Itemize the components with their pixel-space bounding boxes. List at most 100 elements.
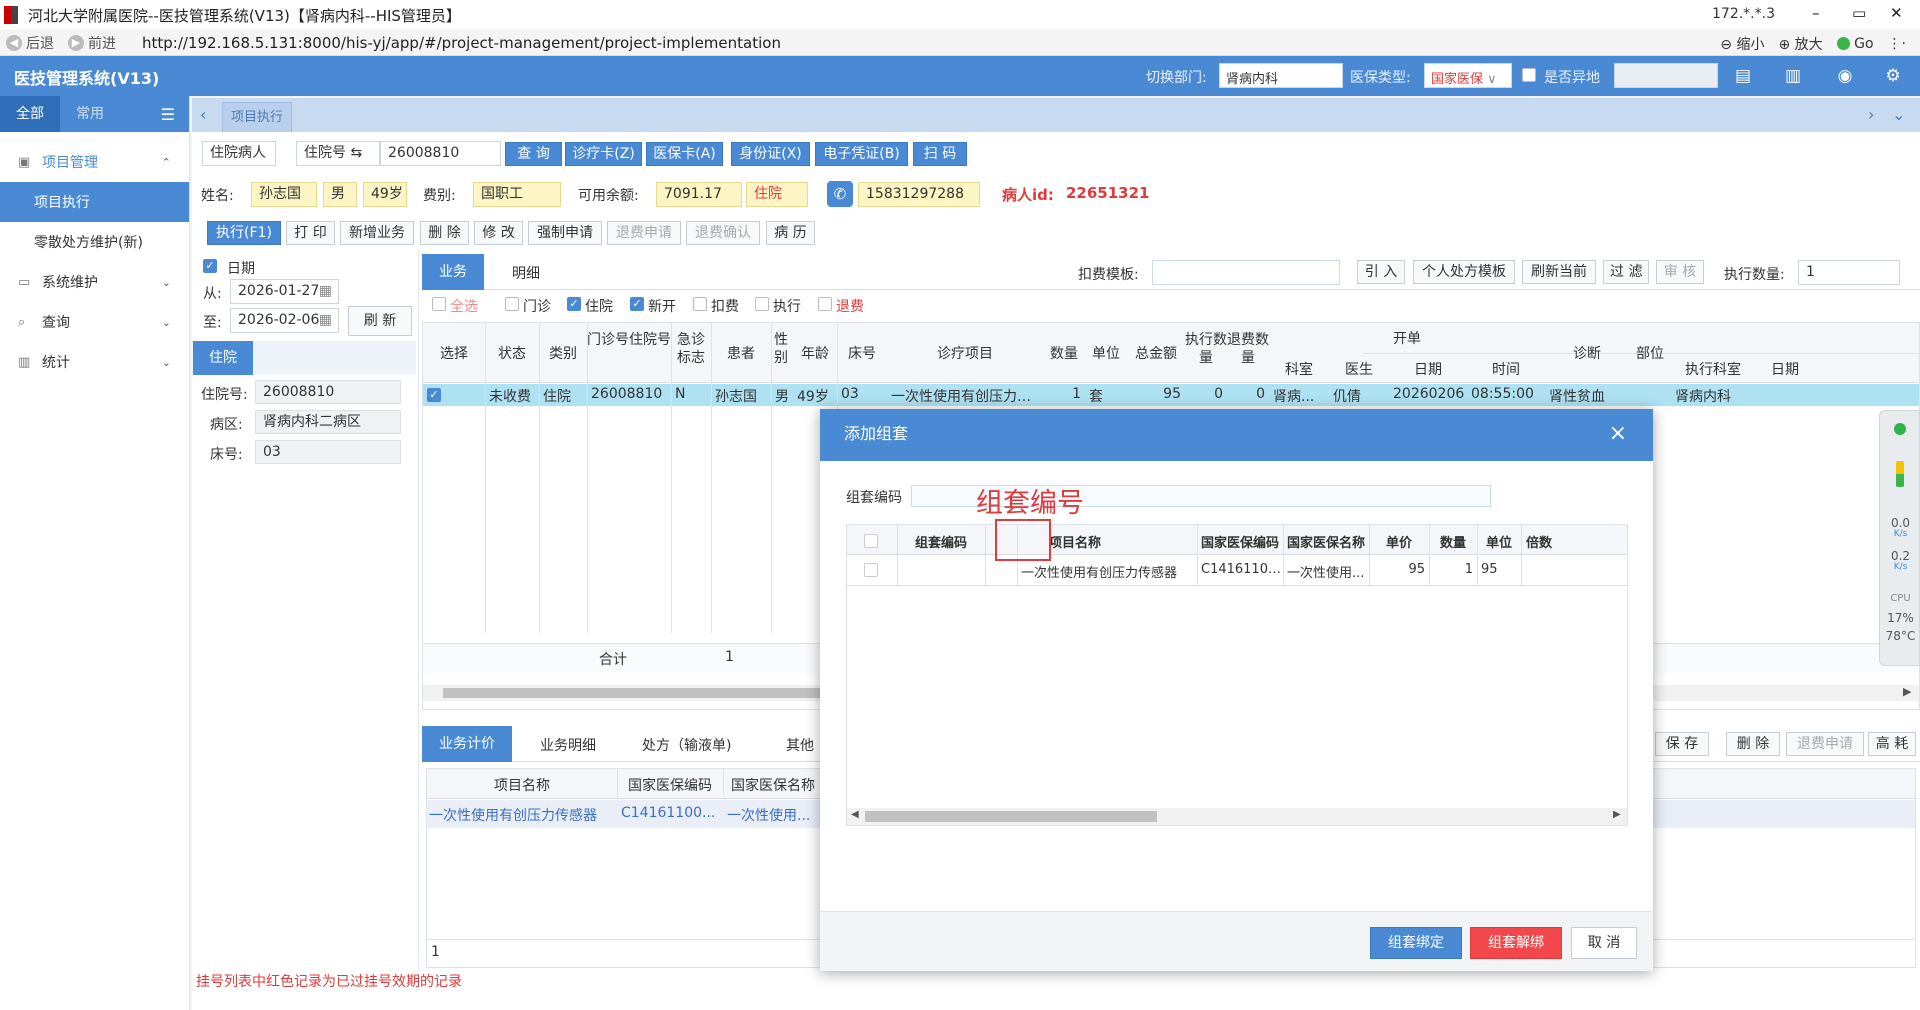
magnifier-minus-icon: ⊖ [1720,37,1733,53]
pkg-col-price: 单价 [1385,536,1412,551]
add-business-button[interactable]: 新增业务 [340,221,414,245]
execute-checkbox[interactable] [755,297,769,311]
lower-delete-button[interactable]: 删 除 [1726,732,1780,756]
package-row-checkbox[interactable] [864,563,878,577]
back-button[interactable]: ◀ 后退 [6,33,54,53]
scroll-right-icon[interactable]: ▶ [1613,809,1621,820]
select-all-checkbox[interactable] [432,297,446,311]
insurance-select[interactable]: 国家医保 ∨ [1424,63,1512,88]
exec-qty-input[interactable]: 1 [1798,260,1900,285]
sidebar-item-prescription-maintenance[interactable]: 零散处方维护(新) [0,222,189,262]
remote-checkbox[interactable] [1522,68,1536,82]
col-date: 日期 [1414,362,1442,378]
download-speed: 0.2 [1890,549,1911,563]
tab-all[interactable]: 全部 [0,96,60,132]
zoom-out-button[interactable]: ⊖ 缩小 [1720,34,1764,54]
tab-business[interactable]: 业务 [422,254,484,290]
row-select-checkbox[interactable]: ✓ [427,388,441,402]
force-apply-button[interactable]: 强制申请 [528,221,602,245]
save-button[interactable]: 保 存 [1655,732,1709,756]
filter-button[interactable]: 过 滤 [1603,260,1649,284]
bind-package-button[interactable]: 组套绑定 [1370,927,1462,959]
query-button[interactable]: 查 询 [505,142,562,166]
inpatient-checkbox[interactable]: ✓ [567,297,581,311]
pkg-col-qty: 数量 [1439,536,1466,551]
forward-button[interactable]: ▶ 前进 [68,33,116,53]
refresh-button[interactable]: 刷 新 [348,306,412,336]
to-date-input[interactable]: 2026-02-06 ▦ [230,308,339,333]
sidebar-item-project-management[interactable]: ▣ 项目管理 ⌃ [0,142,189,182]
zoom-in-button[interactable]: ⊕ 放大 [1778,34,1822,54]
cancel-button[interactable]: 取 消 [1571,927,1637,959]
from-date-input[interactable]: 2026-01-27 ▦ [230,279,339,304]
personal-template-button[interactable]: 个人处方模板 [1413,260,1515,284]
restore-button[interactable]: ▭ [1852,4,1866,22]
sidebar-item-project-execution[interactable]: 项目执行 [0,182,189,222]
date-checkbox[interactable]: ✓ [203,259,217,273]
go-button[interactable]: Go [1836,36,1874,52]
tab-common[interactable]: 常用 [60,96,120,132]
outpatient-checkbox[interactable] [505,297,519,311]
tab-pricing[interactable]: 业务计价 [422,726,512,762]
clinic-card-button[interactable]: 诊疗卡(Z) [565,142,642,166]
lower-refund-apply-button[interactable]: 退费申请 [1786,732,1864,756]
minimize-button[interactable]: – [1812,4,1820,22]
execute-button[interactable]: 执行(F1) [207,221,281,245]
eye-icon[interactable]: ◉ [1834,65,1856,87]
query-icon: ⌕ [18,314,26,330]
tab-prev-icon[interactable]: ‹ [200,105,206,124]
tab-prescription[interactable]: 处方（输液单) [642,735,731,755]
unbind-package-button[interactable]: 组套解绑 [1470,927,1562,959]
audit-button[interactable]: 审 核 [1656,260,1704,284]
col-patient: 患者 [727,346,755,362]
patient-type-select[interactable]: 住院病人 [202,141,276,166]
print-button[interactable]: 打 印 [286,221,335,245]
url-field[interactable]: http://192.168.5.131:8000/his-yj/app/#/p… [142,34,781,52]
total-value: 1 [725,649,734,665]
deduct-checkbox[interactable] [693,297,707,311]
window-titlebar: 河北大学附属医院--医技管理系统(V13)【肾病内科--HIS管理员】 172.… [0,0,1920,30]
sidebar-item-system-maintenance[interactable]: ▭ 系统维护 ⌄ [0,262,189,302]
import-button[interactable]: 引 入 [1357,260,1405,284]
scroll-right-icon[interactable]: ▶ [1903,685,1911,698]
refund-confirm-button[interactable]: 退费确认 [686,221,760,245]
tab-detail[interactable]: 明细 [512,263,540,283]
tab-other[interactable]: 其他 [786,735,814,755]
scroll-left-icon[interactable]: ◀ [851,809,859,820]
medical-record-button[interactable]: 病 历 [766,221,815,245]
inpatient-id-input[interactable]: 26008810 [380,141,501,166]
id-type-select[interactable]: 住院号 ⇆ [296,141,380,166]
scan-button[interactable]: 扫 码 [913,142,967,166]
insurance-card-button[interactable]: 医保卡(A) [646,142,723,166]
charge-template-input[interactable] [1152,260,1340,285]
new-checkbox[interactable]: ✓ [630,297,644,311]
tab-business-detail[interactable]: 业务明细 [540,735,596,755]
gear-icon[interactable]: ⚙ [1882,65,1904,87]
id-card-button[interactable]: 身份证(X) [731,142,810,166]
remote-input[interactable] [1614,63,1718,88]
card-icon[interactable]: ▤ [1732,65,1754,87]
refund-apply-button[interactable]: 退费申请 [607,221,681,245]
refresh-current-button[interactable]: 刷新当前 [1522,260,1596,284]
package-grid-scrollbar[interactable]: ◀ ▶ [847,808,1627,825]
dept-select[interactable]: 肾病内科 [1219,63,1343,88]
sidebar-item-query[interactable]: ⌕ 查询 ⌄ [0,302,189,342]
tab-menu-icon[interactable]: ⌄ [1892,105,1905,124]
col-unit: 单位 [1092,346,1120,362]
menu-toggle-icon[interactable]: ☰ [161,105,175,124]
delete-button[interactable]: 删 除 [420,221,469,245]
refund-checkbox[interactable] [818,297,832,311]
dialog-header: 添加组套 × [820,409,1653,461]
e-voucher-button[interactable]: 电子凭证(B) [815,142,908,166]
close-window-button[interactable]: ✕ [1890,4,1903,22]
package-select-all-checkbox[interactable] [864,534,878,548]
high-consumable-button[interactable]: 高 耗 [1868,732,1916,756]
tab-project-execution[interactable]: 项目执行 [222,102,293,132]
sidebar-item-stats[interactable]: ▥ 统计 ⌄ [0,342,189,382]
document-icon[interactable]: ▥ [1782,65,1804,87]
more-menu-icon[interactable]: ⋮· [1888,36,1906,52]
tab-next-icon[interactable]: › [1868,105,1874,124]
inpatient-tab[interactable]: 住院 [193,341,253,375]
close-icon[interactable]: × [1609,409,1627,459]
modify-button[interactable]: 修 改 [474,221,523,245]
